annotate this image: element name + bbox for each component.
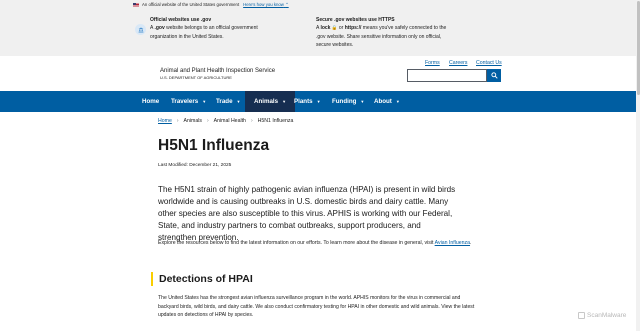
explore-paragraph: Explore the resources below to find the …	[158, 240, 472, 246]
nav-home[interactable]: Home	[142, 91, 159, 112]
chevron-down-icon: ▼	[395, 99, 400, 104]
official-site-text: An official website of the United States…	[142, 2, 240, 7]
section-heading: Detections of HPAI	[151, 272, 253, 286]
agency-name: Animal and Plant Health Inspection Servi…	[160, 68, 276, 74]
search-icon	[490, 72, 498, 79]
chevron-down-icon: ▼	[282, 99, 287, 104]
heres-how-you-know-link[interactable]: Here's how you know ⌃	[243, 2, 289, 8]
breadcrumb-animals[interactable]: Animals	[184, 118, 202, 124]
nav-about[interactable]: About ▼	[374, 91, 400, 112]
nav-funding[interactable]: Funding ▼	[332, 91, 364, 112]
detections-paragraph: The United States has the strongest avia…	[158, 295, 475, 319]
gov-banner-bar: An official website of the United States…	[0, 0, 636, 9]
avian-influenza-link[interactable]: Avian Influenza	[435, 240, 470, 246]
watermark-icon	[578, 312, 585, 319]
chevron-right-icon: ›	[250, 118, 253, 124]
nav-animals[interactable]: Animals ▼	[245, 91, 296, 112]
scrollbar-thumb[interactable]	[636, 1, 640, 95]
scrollbar[interactable]	[636, 0, 640, 331]
breadcrumb-animal-health[interactable]: Animal Health	[214, 118, 246, 124]
official-websites-info: Official websites use .gov A .gov websit…	[150, 17, 258, 40]
page-title: H5N1 Influenza	[158, 137, 270, 154]
chevron-down-icon: ▼	[236, 99, 241, 104]
site-logo[interactable]: Animal and Plant Health Inspection Servi…	[160, 68, 275, 80]
chevron-up-icon: ⌃	[285, 1, 289, 7]
department-name: U.S. DEPARTMENT OF AGRICULTURE	[160, 75, 232, 80]
last-modified: Last Modified: December 21, 2025	[158, 163, 232, 168]
search-input[interactable]	[407, 69, 487, 82]
chevron-down-icon: ▼	[316, 99, 321, 104]
search-button[interactable]	[487, 69, 501, 82]
secure-websites-info: Secure .gov websites use HTTPS A lock 🔒 …	[316, 17, 447, 48]
gov-building-icon	[135, 24, 146, 35]
breadcrumb: Home › Animals › Animal Health › H5N1 In…	[158, 118, 293, 124]
chevron-down-icon: ▼	[202, 99, 207, 104]
contact-us-link[interactable]: Contact Us	[476, 60, 502, 66]
chevron-right-icon: ›	[206, 118, 209, 124]
breadcrumb-home[interactable]: Home	[158, 118, 172, 124]
careers-link[interactable]: Careers	[449, 60, 467, 66]
us-flag-icon	[133, 2, 139, 7]
nav-travelers[interactable]: Travelers ▼	[171, 91, 206, 112]
nav-plants[interactable]: Plants ▼	[294, 91, 321, 112]
main-nav: Home Travelers ▼ Trade ▼ Animals ▼ Plants ▼ …	[0, 91, 636, 112]
chevron-down-icon: ▼	[360, 99, 365, 104]
lead-paragraph: The H5N1 strain of highly pathogenic avi…	[158, 185, 456, 242]
gov-banner-content: Official websites use .gov A .gov websit…	[0, 9, 636, 56]
chevron-right-icon: ›	[176, 118, 179, 124]
nav-trade[interactable]: Trade ▼	[216, 91, 240, 112]
lock-icon: 🔒	[331, 25, 338, 31]
forms-link[interactable]: Forms	[425, 60, 440, 66]
watermark: ScanMalware	[578, 312, 626, 319]
breadcrumb-current: H5N1 Influenza	[257, 118, 294, 124]
